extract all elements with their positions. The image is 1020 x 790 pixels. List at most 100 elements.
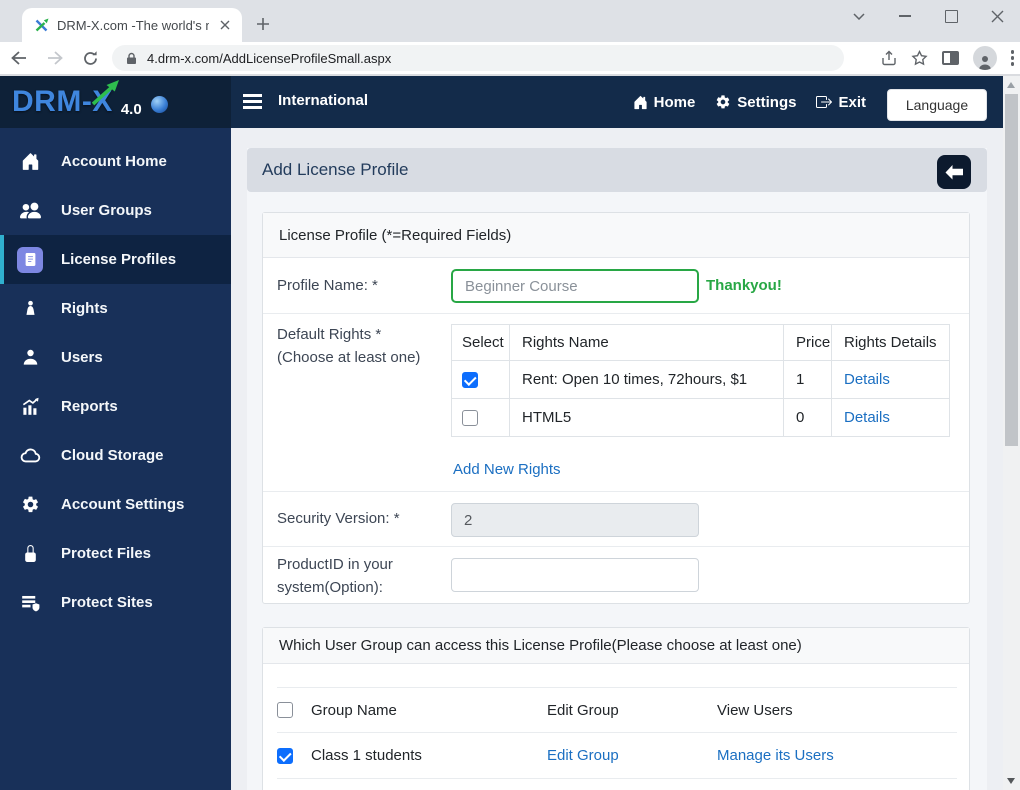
security-version-input	[451, 503, 699, 537]
sidebar-item-users[interactable]: Users	[0, 333, 231, 382]
new-tab-button[interactable]	[252, 13, 274, 35]
window-chevron-button[interactable]	[836, 0, 882, 32]
group-table: Group Name Edit Group View Users Class 1…	[277, 687, 957, 779]
scrollbar-thumb[interactable]	[1005, 94, 1018, 446]
minimize-icon	[899, 15, 911, 17]
browser-back-button[interactable]	[10, 50, 28, 66]
protect-sites-icon	[17, 590, 43, 616]
rights-table: Select Rights Name Price Rights Details …	[451, 324, 950, 437]
plus-icon	[257, 18, 269, 30]
page-titlebar: Add License Profile	[247, 148, 987, 192]
star-icon	[910, 49, 928, 65]
license-card-header: License Profile (*=Required Fields)	[263, 213, 969, 258]
window-close-button[interactable]	[974, 0, 1020, 32]
sidebar-item-account-settings[interactable]: Account Settings	[0, 480, 231, 529]
reports-icon	[17, 394, 43, 420]
home-icon	[17, 149, 43, 175]
nav-settings[interactable]: Settings	[715, 94, 796, 111]
vertical-scrollbar	[1003, 76, 1020, 790]
home-icon	[634, 95, 647, 109]
rights-details-link[interactable]: Details	[844, 371, 890, 388]
nav-exit[interactable]: Exit	[816, 94, 866, 111]
browser-reload-button[interactable]	[82, 50, 99, 67]
profile-name-input[interactable]	[451, 269, 699, 303]
browser-menu-button[interactable]	[1010, 50, 1014, 66]
scroll-up-arrow[interactable]	[1007, 82, 1015, 88]
browser-tab-strip: DRM-X.com -The world's most	[0, 0, 1020, 42]
sidebar-item-protect-sites[interactable]: Protect Sites	[0, 578, 231, 627]
logo-version: 4.0	[120, 100, 142, 118]
top-menu-international[interactable]: International	[278, 92, 368, 109]
browser-tab[interactable]: DRM-X.com -The world's most	[22, 8, 242, 42]
close-icon	[220, 20, 230, 30]
default-rights-row: Default Rights * (Choose at least one) S…	[263, 314, 969, 492]
back-arrow-icon	[945, 164, 963, 179]
maximize-icon	[944, 9, 958, 23]
sidebar-item-license-profiles[interactable]: License Profiles	[0, 235, 231, 284]
group-table-header-row: Group Name Edit Group View Users	[277, 687, 957, 733]
manage-users-link[interactable]: Manage its Users	[717, 747, 834, 764]
rights-table-row: Rent: Open 10 times, 72hours, $1 1 Detai…	[451, 360, 950, 399]
bookmark-star-button[interactable]	[910, 49, 928, 67]
browser-forward-button[interactable]	[46, 50, 64, 66]
globe-icon	[150, 95, 168, 113]
browser-toolbar: 4.drm-x.com/AddLicenseProfileSmall.aspx	[0, 42, 1020, 76]
gear-icon	[17, 492, 43, 518]
product-id-label: ProductID in your	[277, 556, 393, 573]
add-new-rights-link[interactable]: Add New Rights	[453, 461, 561, 478]
lock-icon	[127, 52, 136, 64]
language-button[interactable]: Language	[887, 89, 987, 121]
profile-name-label: Profile Name: *	[277, 277, 378, 294]
logo-block: DRM-X 4.0	[0, 76, 231, 128]
product-id-row: ProductID in your system(Option):	[263, 547, 969, 607]
content-wrapper: Add License Profile License Profile (*=R…	[247, 148, 987, 790]
address-bar[interactable]: 4.drm-x.com/AddLicenseProfileSmall.aspx	[112, 45, 844, 71]
rights-table-header-row: Select Rights Name Price Rights Details	[451, 324, 950, 361]
menu-toggle-button[interactable]	[243, 94, 262, 109]
license-profile-icon	[17, 246, 43, 273]
default-rights-label: Default Rights *	[277, 326, 382, 343]
product-id-input[interactable]	[451, 558, 699, 592]
scroll-down-arrow[interactable]	[1007, 778, 1015, 784]
gear-icon	[717, 95, 730, 109]
sidebar-item-user-groups[interactable]: User Groups	[0, 186, 231, 235]
user-group-card: Which User Group can access this License…	[262, 627, 970, 790]
drmx-favicon-icon	[34, 18, 49, 33]
sidebar-item-rights[interactable]: Rights	[0, 284, 231, 333]
nav-home[interactable]: Home	[633, 94, 695, 111]
group-table-row: Class 1 students Edit Group Manage its U…	[277, 733, 957, 779]
edit-group-link[interactable]: Edit Group	[547, 747, 619, 764]
share-button[interactable]	[881, 50, 897, 66]
sidebar: Account Home User Groups License Profile…	[0, 128, 231, 790]
sidebar-item-reports[interactable]: Reports	[0, 382, 231, 431]
rights-details-link[interactable]: Details	[844, 409, 890, 426]
window-controls	[836, 0, 1020, 42]
chevron-down-icon	[853, 12, 865, 20]
product-id-sublabel: system(Option):	[277, 579, 383, 596]
profile-avatar[interactable]	[972, 46, 997, 70]
user-icon	[17, 345, 43, 371]
back-button[interactable]	[937, 155, 971, 189]
group-select-all-checkbox[interactable]	[277, 702, 293, 718]
close-icon	[991, 10, 1003, 22]
sidebar-item-protect-files[interactable]: Protect Files	[0, 529, 231, 578]
sidebar-item-cloud-storage[interactable]: Cloud Storage	[0, 431, 231, 480]
group-checkbox[interactable]	[277, 747, 293, 764]
rights-checkbox[interactable]	[462, 372, 478, 389]
profile-name-message: Thankyou!	[706, 277, 782, 294]
back-arrow-icon	[11, 51, 26, 65]
group-card-header: Which User Group can access this License…	[263, 628, 969, 664]
security-version-label: Security Version: *	[277, 510, 400, 527]
screen: DRM-X.com -The world's most	[0, 0, 1020, 790]
security-version-row: Security Version: *	[263, 492, 969, 547]
rights-checkbox[interactable]	[462, 410, 478, 427]
maximize-button[interactable]	[928, 0, 974, 32]
tab-close-button[interactable]	[216, 16, 234, 34]
user-groups-icon	[17, 198, 43, 224]
reload-icon	[84, 50, 97, 65]
side-panel-button[interactable]	[941, 51, 959, 65]
minimize-button[interactable]	[882, 0, 928, 32]
share-icon	[881, 50, 896, 66]
sidebar-item-account-home[interactable]: Account Home	[0, 137, 231, 186]
profile-name-row: Profile Name: * Thankyou!	[263, 258, 969, 314]
